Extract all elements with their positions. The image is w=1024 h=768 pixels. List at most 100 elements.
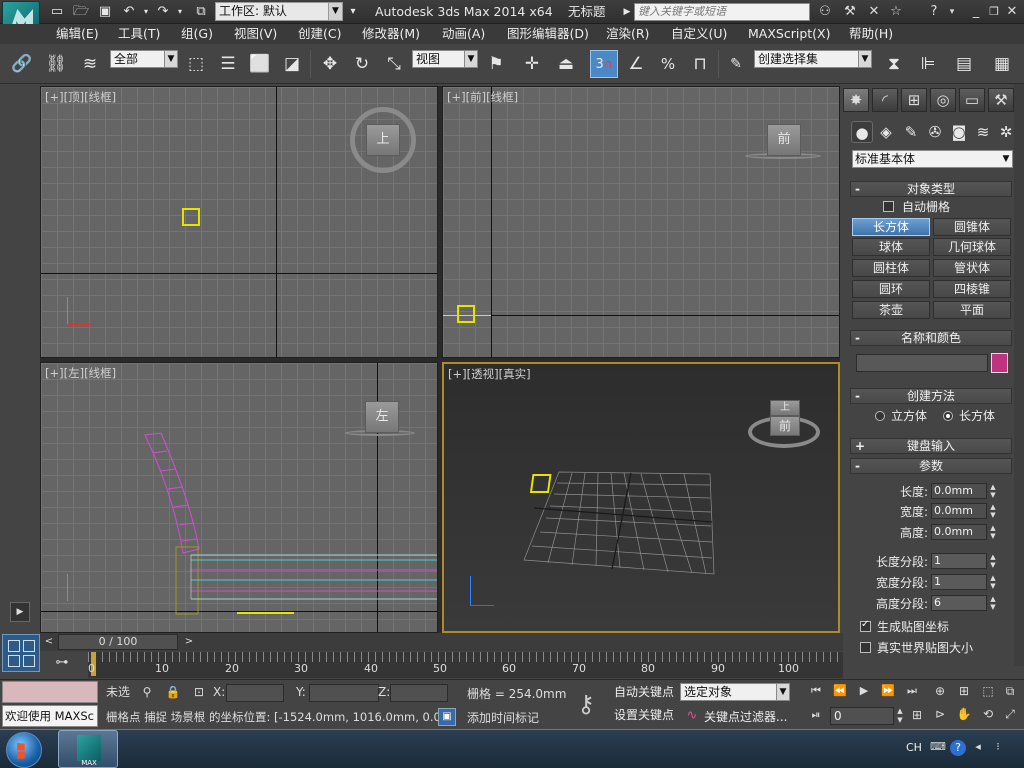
spinner-arrows-icon[interactable]: ▲ ▼ [988,595,998,611]
quick-access-menu-icon[interactable]: ▾ [344,3,362,21]
cylinder-button[interactable]: 圆柱体 [852,259,930,277]
teapot-button[interactable]: 茶壶 [852,301,930,319]
edit-named-selection-icon[interactable]: ✎ [722,50,750,78]
rollout-object-type[interactable]: - 对象类型 [850,181,1012,197]
isolate-selection-icon[interactable]: ⚲ [138,683,156,701]
menu-rendering[interactable]: 渲染(R) [606,24,649,44]
category-dropdown[interactable]: 标准基本体 ▼ [852,150,1013,168]
z-coordinate-input[interactable] [390,684,448,702]
current-frame-input[interactable]: 0 [830,707,894,725]
spinner-arrows-icon[interactable]: ▲ ▼ [895,707,905,725]
viewport-label[interactable]: [+][透视][真实] [448,366,531,382]
play-icon[interactable]: ▶ [854,684,874,700]
project-folder-icon[interactable]: ⧉ [192,3,210,21]
reference-coord-dropdown[interactable]: 视图 ▼ [412,50,478,68]
y-coordinate-input[interactable] [309,684,379,702]
x-coordinate-input[interactable] [226,684,284,702]
maximize-viewport-icon[interactable]: ⤢ [1000,707,1020,725]
mini-curve-editor-icon[interactable]: ⊶ [48,655,76,675]
taskbar-3dsmax-button[interactable]: MAX [58,730,118,768]
binoculars-icon[interactable]: ⚇ [815,3,835,21]
width-segs-spinner[interactable]: 1 [931,574,987,590]
torus-button[interactable]: 圆环 [852,280,930,298]
spinner-arrows-icon[interactable]: ▲ ▼ [988,574,998,590]
play-panel-icon[interactable]: ▶ [10,602,30,622]
rollout-parameters[interactable]: - 参数 [850,458,1012,474]
maxscript-listener-pink[interactable] [2,681,98,703]
lock-selection-icon[interactable]: 🔒 [164,683,182,701]
cone-button[interactable]: 圆锥体 [933,218,1011,236]
save-file-icon[interactable]: ▣ [96,3,114,21]
viewport-layout-button[interactable] [2,634,40,672]
rollout-keyboard-entry[interactable]: + 键盘输入 [850,438,1012,454]
height-spinner[interactable]: 0.0mm [931,524,987,540]
zoom-icon[interactable]: ⊕ [930,684,950,702]
help-dropdown-icon[interactable]: ▾ [942,3,962,21]
rollout-creation-method[interactable]: - 创建方法 [850,388,1012,404]
menu-create[interactable]: 创建(C) [298,24,341,44]
rect-selection-region-icon[interactable]: ⬜ [246,50,274,78]
window-crossing-icon[interactable]: ◪ [278,50,306,78]
lights-icon[interactable]: ✎ [900,121,922,143]
object-name-input[interactable] [856,354,988,372]
viewport-top[interactable]: [+][顶][线框] 上 [40,86,438,358]
menu-maxscript[interactable]: MAXScript(X) [748,24,830,44]
viewport-label[interactable]: [+][顶][线框] [45,89,116,105]
hierarchy-tab-icon[interactable]: ⊞ [901,88,927,112]
cube-radio[interactable] [875,411,885,421]
width-spinner[interactable]: 0.0mm [931,503,987,519]
angle-snap-icon[interactable]: ∠ [622,50,650,78]
geosphere-button[interactable]: 几何球体 [933,238,1011,256]
absolute-mode-icon[interactable]: ⊡ [190,683,208,701]
length-segs-spinner[interactable]: 1 [931,553,987,569]
pivot-center-icon[interactable]: ⚑ [482,50,510,78]
redo-icon[interactable]: ↷ [154,3,172,21]
menu-help[interactable]: 帮助(H) [849,24,893,44]
star-icon[interactable]: ☆ [886,3,906,21]
spinner-arrows-icon[interactable]: ▲ ▼ [988,524,998,540]
prev-frame-icon[interactable]: < [42,634,56,650]
search-input[interactable]: 键入关键字或短语 [634,3,810,21]
set-key-button[interactable]: 设置关键点 [610,706,678,725]
fov-icon[interactable]: ⊳ [930,707,950,725]
keyboard-icon[interactable]: ⌨ [930,740,946,756]
new-file-icon[interactable]: ▭ [48,3,66,21]
key-icon[interactable]: ⚷ [566,686,606,722]
viewport-perspective[interactable]: [+][透视][真实] 上 前 [442,362,840,633]
select-by-name-icon[interactable]: ☰ [214,50,242,78]
object-color-swatch[interactable] [991,353,1008,373]
viewport-front[interactable]: [+][前][线框] 前 [442,86,840,358]
mirror-icon[interactable]: ⧗ [880,50,908,78]
zoom-all-icon[interactable]: ⊞ [954,684,974,702]
bind-space-warp-icon[interactable]: ≋ [76,50,104,78]
key-set-dropdown[interactable]: 选定对象 ▼ [680,683,790,701]
create-tab-icon[interactable]: ✸ [843,88,869,112]
undo-icon[interactable]: ↶ [120,3,138,21]
plane-button[interactable]: 平面 [933,301,1011,319]
x-close-info-icon[interactable]: ✕ [864,3,884,21]
helpers-icon[interactable]: ◙ [948,121,970,143]
named-selection-dropdown[interactable]: 创建选择集 ▼ [754,50,872,68]
time-config-icon[interactable]: ⊞ [908,708,926,724]
time-slider[interactable]: < 0 / 100 > [40,633,843,651]
workspace-dropdown[interactable]: 工作区: 默认 ▼ [215,2,343,21]
align-icon[interactable]: ⊫ [914,50,942,78]
link-icon[interactable]: 🔗 [8,50,36,78]
utilities-tab-icon[interactable]: ⚒ [988,88,1014,112]
curve-icon[interactable]: ∿ [682,707,702,725]
next-frame-icon[interactable]: > [182,634,196,650]
display-tab-icon[interactable]: ▭ [959,88,985,112]
tube-button[interactable]: 管状体 [933,259,1011,277]
key-tool-icon[interactable]: ⚒ [840,3,860,21]
height-segs-spinner[interactable]: 6 [931,595,987,611]
unlink-icon[interactable]: ⛓ [42,50,70,78]
rollout-name-color[interactable]: - 名称和颜色 [850,330,1012,346]
tray-extra-icon[interactable]: ⁝ [990,740,1006,756]
input-language[interactable]: CH [906,741,922,754]
percent-snap-icon[interactable]: % [654,50,682,78]
menu-modifiers[interactable]: 修改器(M) [362,24,420,44]
snap-status-icon[interactable]: ▣ [438,708,456,726]
snaps-toggle-button[interactable]: 3 ∩ [590,50,618,78]
add-time-tag[interactable]: 添加时间标记 [467,709,539,726]
menu-tools[interactable]: 工具(T) [118,24,160,44]
